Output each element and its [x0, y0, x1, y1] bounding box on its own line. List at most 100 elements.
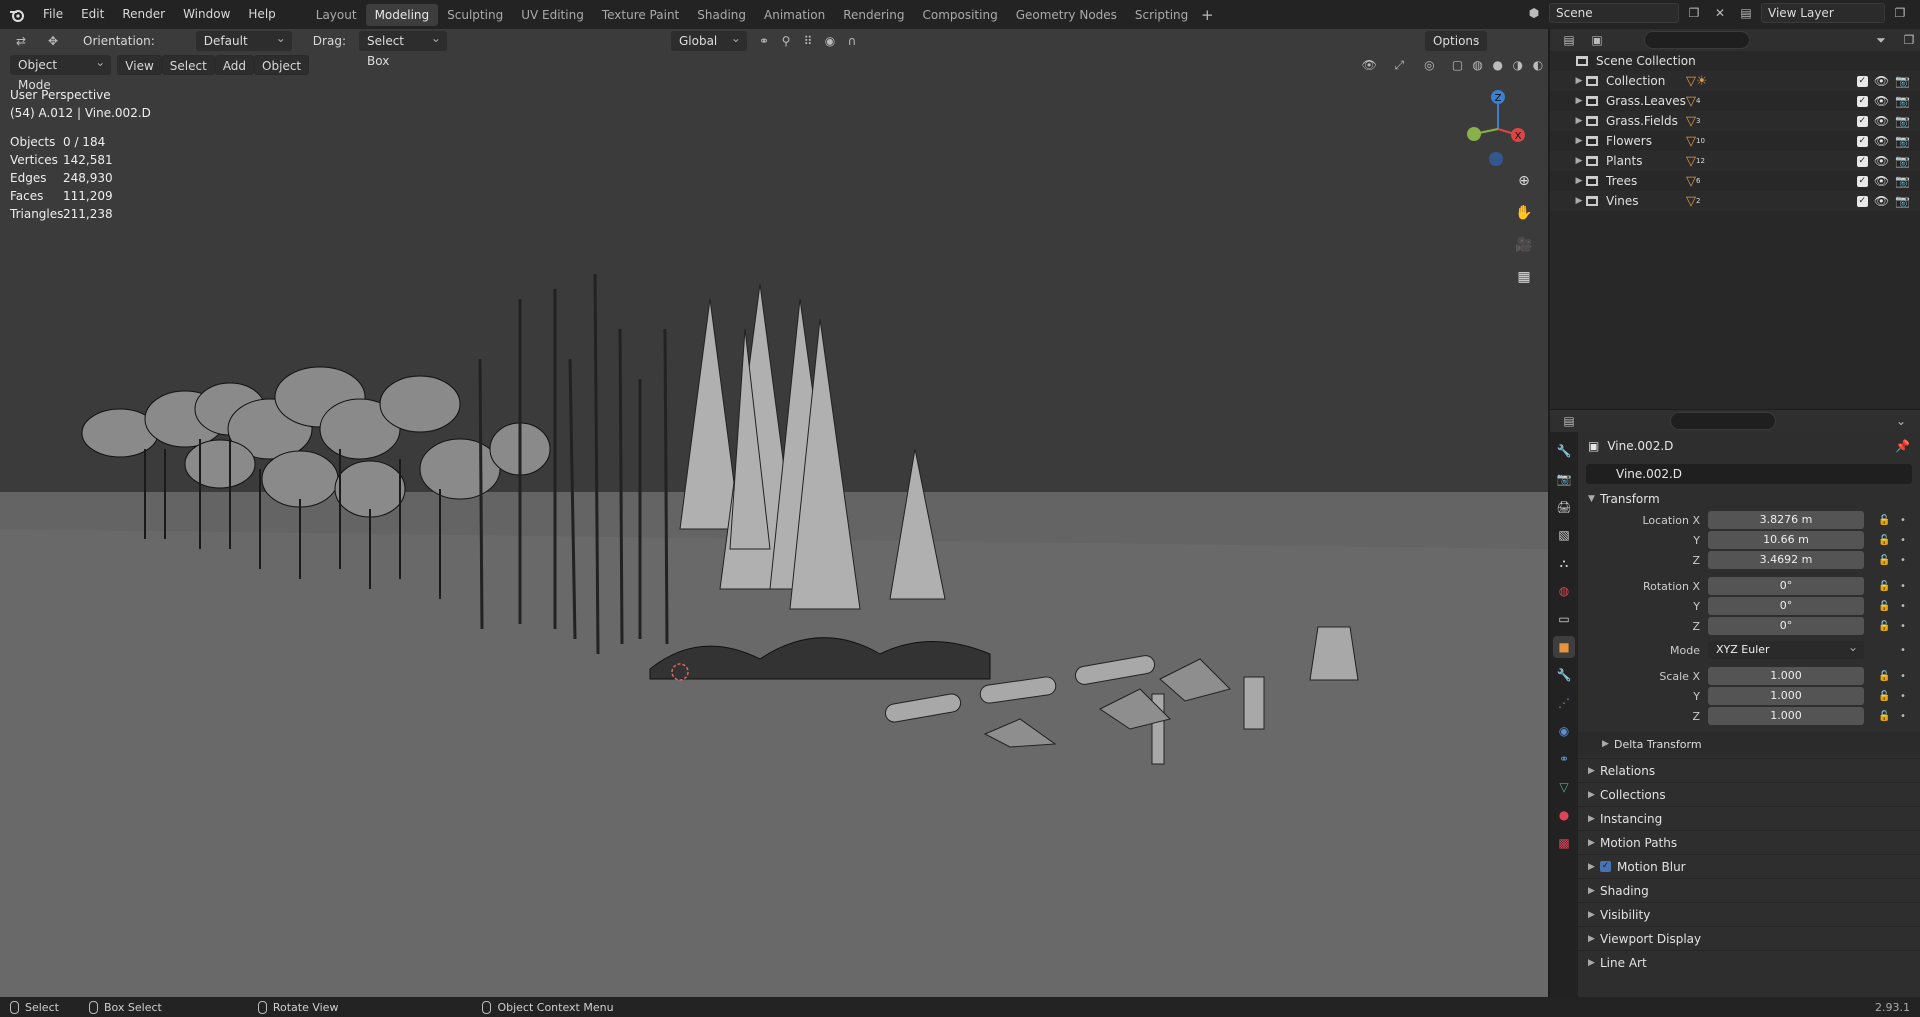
move-tool-icon[interactable]: ✥: [42, 31, 64, 51]
exclude-checkbox[interactable]: ✓: [1856, 75, 1868, 87]
output-tab-icon[interactable]: 🖨: [1553, 496, 1575, 518]
tab-uv-editing[interactable]: UV Editing: [512, 4, 593, 26]
rotation-z-field[interactable]: 0°: [1708, 617, 1864, 635]
new-collection-icon[interactable]: ❐: [1898, 30, 1920, 50]
pin-icon[interactable]: 📌: [1895, 439, 1910, 453]
proportional-edit-icon[interactable]: ◉: [819, 31, 841, 51]
drag-dropdown[interactable]: Select Box: [358, 29, 447, 68]
exclude-checkbox[interactable]: ✓: [1856, 115, 1868, 127]
menu-file[interactable]: File: [34, 0, 72, 29]
location-z-field[interactable]: 3.4692 m: [1708, 551, 1864, 569]
modifier-tab-icon[interactable]: 🔧: [1553, 664, 1575, 686]
mode-dropdown[interactable]: Object Mode: [10, 52, 112, 92]
constraints-tab-icon[interactable]: ⚭: [1553, 748, 1575, 770]
transform-section-header[interactable]: ▼ Transform: [1578, 488, 1920, 510]
expand-arrow-icon[interactable]: ▶: [1572, 156, 1586, 166]
tab-texture-paint[interactable]: Texture Paint: [593, 4, 688, 26]
render-camera-icon[interactable]: 📷: [1895, 74, 1910, 88]
location-y-field[interactable]: 10.66 m: [1708, 531, 1864, 549]
camera-icon[interactable]: 🎥: [1512, 233, 1536, 257]
render-camera-icon[interactable]: 📷: [1895, 174, 1910, 188]
expand-arrow-icon[interactable]: ▶: [1572, 96, 1586, 106]
render-tab-icon[interactable]: 📷: [1553, 468, 1575, 490]
menu-help[interactable]: Help: [239, 0, 284, 29]
rendered-shading-icon[interactable]: ◐: [1528, 55, 1548, 75]
new-view-layer-icon[interactable]: ❐: [1889, 3, 1911, 23]
exclude-checkbox[interactable]: ✓: [1856, 95, 1868, 107]
relations-section[interactable]: ▶ Relations: [1578, 758, 1920, 782]
object-name-field[interactable]: Vine.002.D: [1586, 464, 1912, 484]
solid-shading-icon[interactable]: ●: [1488, 55, 1508, 75]
render-camera-icon[interactable]: 📷: [1895, 94, 1910, 108]
keyframe-dot-icon[interactable]: •: [1900, 555, 1906, 566]
exclude-checkbox[interactable]: ✓: [1856, 195, 1868, 207]
tab-sculpting[interactable]: Sculpting: [438, 4, 512, 26]
location-x-field[interactable]: 3.8276 m: [1708, 511, 1864, 529]
navigation-gizmo[interactable]: Z X: [1458, 87, 1538, 167]
exclude-checkbox[interactable]: ✓: [1856, 135, 1868, 147]
object-tab-icon[interactable]: ■: [1553, 636, 1575, 658]
transform-orientation-dropdown[interactable]: Global: [670, 29, 747, 51]
close-view-layer-icon[interactable]: ✕: [1915, 3, 1920, 23]
collection-tab-icon[interactable]: ▭: [1553, 608, 1575, 630]
scale-x-field[interactable]: 1.000: [1708, 667, 1864, 685]
falloff-icon[interactable]: ∩: [841, 31, 863, 51]
render-camera-icon[interactable]: 📷: [1895, 154, 1910, 168]
eye-icon[interactable]: 👁: [1874, 134, 1889, 148]
particles-tab-icon[interactable]: ⋰: [1553, 692, 1575, 714]
scene-field[interactable]: Scene: [1549, 3, 1679, 23]
tab-rendering[interactable]: Rendering: [834, 4, 913, 26]
lock-icon[interactable]: 🔓: [1878, 515, 1890, 526]
wireframe-shading-icon[interactable]: ◍: [1468, 55, 1488, 75]
outliner-row-collection[interactable]: ▶ Trees ▽ 6 ✓ 👁 📷: [1550, 171, 1920, 191]
delta-transform-section[interactable]: ▶ Delta Transform: [1578, 732, 1920, 756]
view-layer-tab-icon[interactable]: ▧: [1553, 524, 1575, 546]
shading-section[interactable]: ▶ Shading: [1578, 878, 1920, 902]
expand-arrow-icon[interactable]: ▶: [1572, 116, 1586, 126]
exclude-checkbox[interactable]: ✓: [1856, 175, 1868, 187]
add-menu[interactable]: Add: [214, 55, 255, 75]
menu-render[interactable]: Render: [113, 0, 174, 29]
keyframe-dot-icon[interactable]: •: [1900, 711, 1906, 722]
render-camera-icon[interactable]: 📷: [1895, 114, 1910, 128]
eye-icon[interactable]: 👁: [1874, 94, 1889, 108]
eye-icon[interactable]: 👁: [1874, 194, 1889, 208]
scale-z-field[interactable]: 1.000: [1708, 707, 1864, 725]
outliner-row-collection[interactable]: ▶ Grass.Leaves ▽ 4 ✓ 👁 📷: [1550, 91, 1920, 111]
expand-arrow-icon[interactable]: ▶: [1572, 196, 1586, 206]
outliner-search-input[interactable]: [1644, 31, 1750, 49]
tab-geometry-nodes[interactable]: Geometry Nodes: [1007, 4, 1126, 26]
3d-viewport[interactable]: ⇄ ✥ Orientation: Default Drag: Select Bo…: [0, 29, 1548, 997]
options-dropdown[interactable]: Options: [1424, 29, 1487, 51]
keyframe-dot-icon[interactable]: •: [1900, 581, 1906, 592]
lock-icon[interactable]: 🔓: [1878, 535, 1890, 546]
snap-grid-icon[interactable]: ⠿: [797, 31, 819, 51]
lock-icon[interactable]: 🔓: [1878, 581, 1890, 592]
xray-icon[interactable]: ▢: [1447, 55, 1467, 75]
object-menu[interactable]: Object: [254, 55, 310, 75]
eye-icon[interactable]: 👁: [1874, 174, 1889, 188]
scale-y-field[interactable]: 1.000: [1708, 687, 1864, 705]
keyframe-dot-icon[interactable]: •: [1900, 601, 1906, 612]
close-scene-icon[interactable]: ✕: [1709, 3, 1731, 23]
visibility-icon[interactable]: 👁: [1359, 55, 1379, 75]
overlay-toggle-icon[interactable]: ◎: [1419, 55, 1439, 75]
display-mode-icon[interactable]: ▣: [1586, 30, 1608, 50]
rotation-mode-dropdown[interactable]: XYZ Euler: [1708, 638, 1864, 659]
view-layer-field[interactable]: View Layer: [1761, 3, 1885, 23]
exclude-checkbox[interactable]: ✓: [1856, 155, 1868, 167]
select-menu[interactable]: Select: [161, 55, 215, 75]
eye-icon[interactable]: 👁: [1874, 74, 1889, 88]
eye-icon[interactable]: 👁: [1874, 114, 1889, 128]
expand-arrow-icon[interactable]: ▶: [1572, 176, 1586, 186]
texture-tab-icon[interactable]: ▩: [1553, 832, 1575, 854]
tool-settings-icon[interactable]: ⇄: [10, 31, 32, 51]
gizmo-toggle-icon[interactable]: ⤢: [1389, 55, 1409, 75]
lock-icon[interactable]: 🔓: [1878, 621, 1890, 632]
menu-edit[interactable]: Edit: [72, 0, 113, 29]
material-shading-icon[interactable]: ◑: [1508, 55, 1528, 75]
outliner-row-collection[interactable]: ▶ Vines ▽ 2 ✓ 👁 📷: [1550, 191, 1920, 211]
lock-icon[interactable]: 🔓: [1878, 555, 1890, 566]
tab-scripting[interactable]: Scripting: [1126, 4, 1197, 26]
lock-icon[interactable]: 🔓: [1878, 601, 1890, 612]
